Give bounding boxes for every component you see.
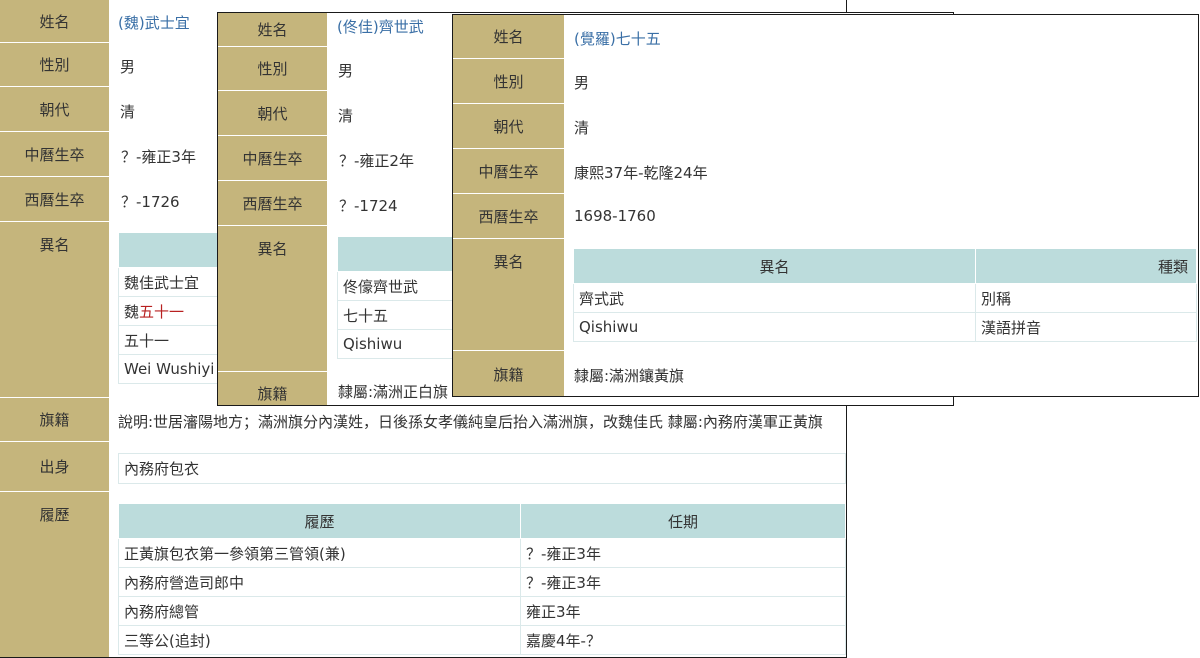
banner-value: 隸屬:滿洲正白旗: [338, 383, 449, 401]
gender-value: 男: [338, 62, 354, 80]
career-table: 履歷 任期 正黃旗包衣第一參領第三管領(兼) ？-雍正3年 內務府營造司郎中 ？…: [118, 503, 846, 655]
label-gender: 性別: [0, 43, 109, 87]
career-post-link[interactable]: 正黃旗包衣第一參領第三管領(兼): [118, 538, 521, 568]
person-name-link[interactable]: (覺羅)七十五: [574, 28, 661, 49]
career-post-link[interactable]: 內務府總管: [118, 596, 521, 626]
career-term: 嘉慶4年-？: [520, 625, 846, 655]
career-header-term: 任期: [520, 503, 846, 539]
alias-value: 齊式武: [573, 283, 976, 313]
west-dates-value: ？-1724: [339, 197, 398, 215]
label-alias: 異名: [218, 226, 327, 372]
label-banner: 旗籍: [0, 398, 109, 442]
west-dates-value: 1698-1760: [574, 207, 656, 225]
label-west-dates: 西曆生卒: [453, 194, 564, 239]
banner-value: 說明:世居瀋陽地方；滿洲旗分內漢姓，日後孫女孝儀純皇后抬入滿洲旗，改魏佳氏 隸屬…: [118, 413, 823, 431]
alias-value: Qishiwu: [573, 312, 976, 342]
cn-dates-value: ？-雍正3年: [121, 148, 196, 166]
label-name: 姓名: [218, 13, 327, 47]
career-term: ？-雍正3年: [520, 538, 846, 568]
cn-dates-value: 康熙37年-乾隆24年: [574, 164, 708, 182]
table-row: 內務府營造司郎中 ？-雍正3年: [118, 567, 846, 597]
table-row: 齊式武 別稱: [573, 283, 1197, 313]
alias-prefix: 魏: [124, 302, 140, 321]
table-row: Qishiwu 漢語拼音: [573, 312, 1197, 342]
dynasty-value: 清: [338, 107, 354, 125]
west-dates-value: ？-1726: [121, 193, 180, 211]
table-row: 內務府包衣: [118, 453, 846, 484]
alias-header-name: 異名: [573, 248, 976, 284]
label-cn-dates: 中曆生卒: [218, 136, 327, 181]
alias-table: 異名 種類 齊式武 別稱 Qishiwu 漢語拼音: [573, 248, 1197, 342]
alias-red-link[interactable]: 五十一: [139, 303, 184, 321]
label-cn-dates: 中曆生卒: [453, 149, 564, 194]
dynasty-value: 清: [120, 103, 136, 121]
gender-value: 男: [574, 74, 590, 92]
person-name-link[interactable]: (佟佳)齊世武: [337, 16, 424, 37]
dynasty-value: 清: [574, 119, 590, 137]
person-name-link[interactable]: (魏)武士宜: [118, 12, 190, 33]
career-term: 雍正3年: [520, 596, 846, 626]
career-post-link[interactable]: 三等公(追封): [118, 625, 521, 655]
alias-header-type: 種類: [975, 248, 1197, 284]
label-dynasty: 朝代: [453, 104, 564, 149]
career-header-post: 履歷: [118, 503, 521, 539]
label-name: 姓名: [453, 15, 564, 59]
label-career: 履歷: [0, 492, 109, 657]
label-dynasty: 朝代: [218, 91, 327, 136]
banner-value: 隸屬:滿洲鑲黃旗: [574, 367, 685, 385]
label-banner: 旗籍: [453, 351, 564, 396]
gender-value: 男: [120, 58, 136, 76]
table-row: 正黃旗包衣第一參領第三管領(兼) ？-雍正3年: [118, 538, 846, 568]
alias-type: 漢語拼音: [975, 312, 1197, 342]
career-term: ？-雍正3年: [520, 567, 846, 597]
table-row: 三等公(追封) 嘉慶4年-？: [118, 625, 846, 655]
table-row: 內務府總管 雍正3年: [118, 596, 846, 626]
alias-type: 別稱: [975, 283, 1197, 313]
label-cn-dates: 中曆生卒: [0, 132, 109, 177]
cn-dates-value: ？-雍正2年: [339, 152, 414, 170]
label-alias: 異名: [453, 239, 564, 351]
origin-value: 內務府包衣: [118, 453, 846, 484]
label-alias: 異名: [0, 222, 109, 398]
label-gender: 性別: [218, 47, 327, 91]
label-origin: 出身: [0, 442, 109, 492]
label-dynasty: 朝代: [0, 87, 109, 132]
career-post-link[interactable]: 內務府營造司郎中: [118, 567, 521, 597]
label-banner: 旗籍: [218, 372, 327, 405]
label-west-dates: 西曆生卒: [0, 177, 109, 222]
origin-table: 內務府包衣: [118, 453, 846, 484]
label-name: 姓名: [0, 0, 109, 43]
label-gender: 性別: [453, 59, 564, 104]
record-card-qi-shiwu-jueluo: 姓名 性別 朝代 中曆生卒 西曆生卒 異名 旗籍 (覺羅)七十五 男 清 康熙3…: [452, 14, 1199, 397]
label-west-dates: 西曆生卒: [218, 181, 327, 226]
